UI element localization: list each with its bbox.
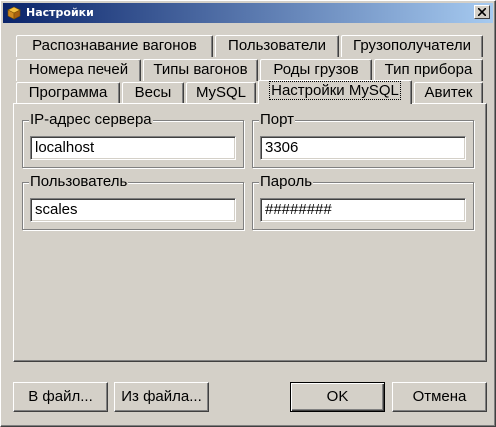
settings-window: Настройки Распознавание вагонов Пользова… [0, 0, 496, 427]
tab-label: Пользователи [228, 37, 326, 54]
save-to-file-button[interactable]: В файл... [13, 382, 108, 412]
password-label: Пароль [259, 173, 314, 190]
tab-label: Весы [134, 84, 172, 101]
load-from-file-button[interactable]: Из файла... [114, 382, 209, 412]
password-group: Пароль ######## [252, 174, 474, 230]
tab-avitek[interactable]: Авитек [414, 82, 483, 104]
tab-mysql-settings[interactable]: Настройки MySQL [258, 80, 412, 104]
server-label: IP-адрес сервера [29, 111, 153, 128]
port-input[interactable]: 3306 [260, 136, 466, 160]
port-group: Порт 3306 [252, 112, 474, 168]
tab-consignees[interactable]: Грузополучатели [341, 35, 483, 57]
tab-program[interactable]: Программа [16, 82, 120, 104]
close-button[interactable] [474, 5, 490, 19]
tab-furnace-numbers[interactable]: Номера печей [16, 59, 141, 81]
user-input[interactable]: scales [30, 198, 236, 222]
cube-icon [7, 6, 21, 20]
tab-wagon-recognition[interactable]: Распознавание вагонов [16, 35, 213, 57]
tab-label: Настройки MySQL [269, 81, 401, 100]
tab-label: Тип прибора [384, 61, 473, 78]
close-icon [478, 8, 486, 16]
tab-label: Распознавание вагонов [32, 37, 197, 54]
server-group: IP-адрес сервера localhost [22, 112, 244, 168]
ok-button[interactable]: OK [290, 382, 385, 412]
password-input[interactable]: ######## [260, 198, 466, 222]
tab-users[interactable]: Пользователи [215, 35, 339, 57]
tab-mysql[interactable]: MySQL [186, 82, 256, 104]
port-label: Порт [259, 111, 296, 128]
tab-scales[interactable]: Весы [122, 82, 184, 104]
tab-label: Типы вагонов [153, 61, 248, 78]
cancel-button[interactable]: Отмена [392, 382, 487, 412]
tab-cargo-types[interactable]: Роды грузов [260, 59, 372, 81]
tab-wagon-types[interactable]: Типы вагонов [143, 59, 258, 81]
tab-label: MySQL [195, 84, 246, 101]
window-title: Настройки [26, 6, 94, 19]
tab-label: Грузополучатели [353, 37, 471, 54]
tab-label: Роды грузов [273, 61, 359, 78]
user-label: Пользователь [29, 173, 129, 190]
tab-panel: IP-адрес сервера localhost Порт 3306 Пол… [13, 103, 487, 362]
user-group: Пользователь scales [22, 174, 244, 230]
tab-label: Программа [28, 84, 108, 101]
server-input[interactable]: localhost [30, 136, 236, 160]
title-bar[interactable]: Настройки [3, 3, 493, 23]
tab-device-type[interactable]: Тип прибора [374, 59, 483, 81]
tab-label: Номера печей [28, 61, 129, 78]
tab-label: Авитек [424, 84, 473, 101]
